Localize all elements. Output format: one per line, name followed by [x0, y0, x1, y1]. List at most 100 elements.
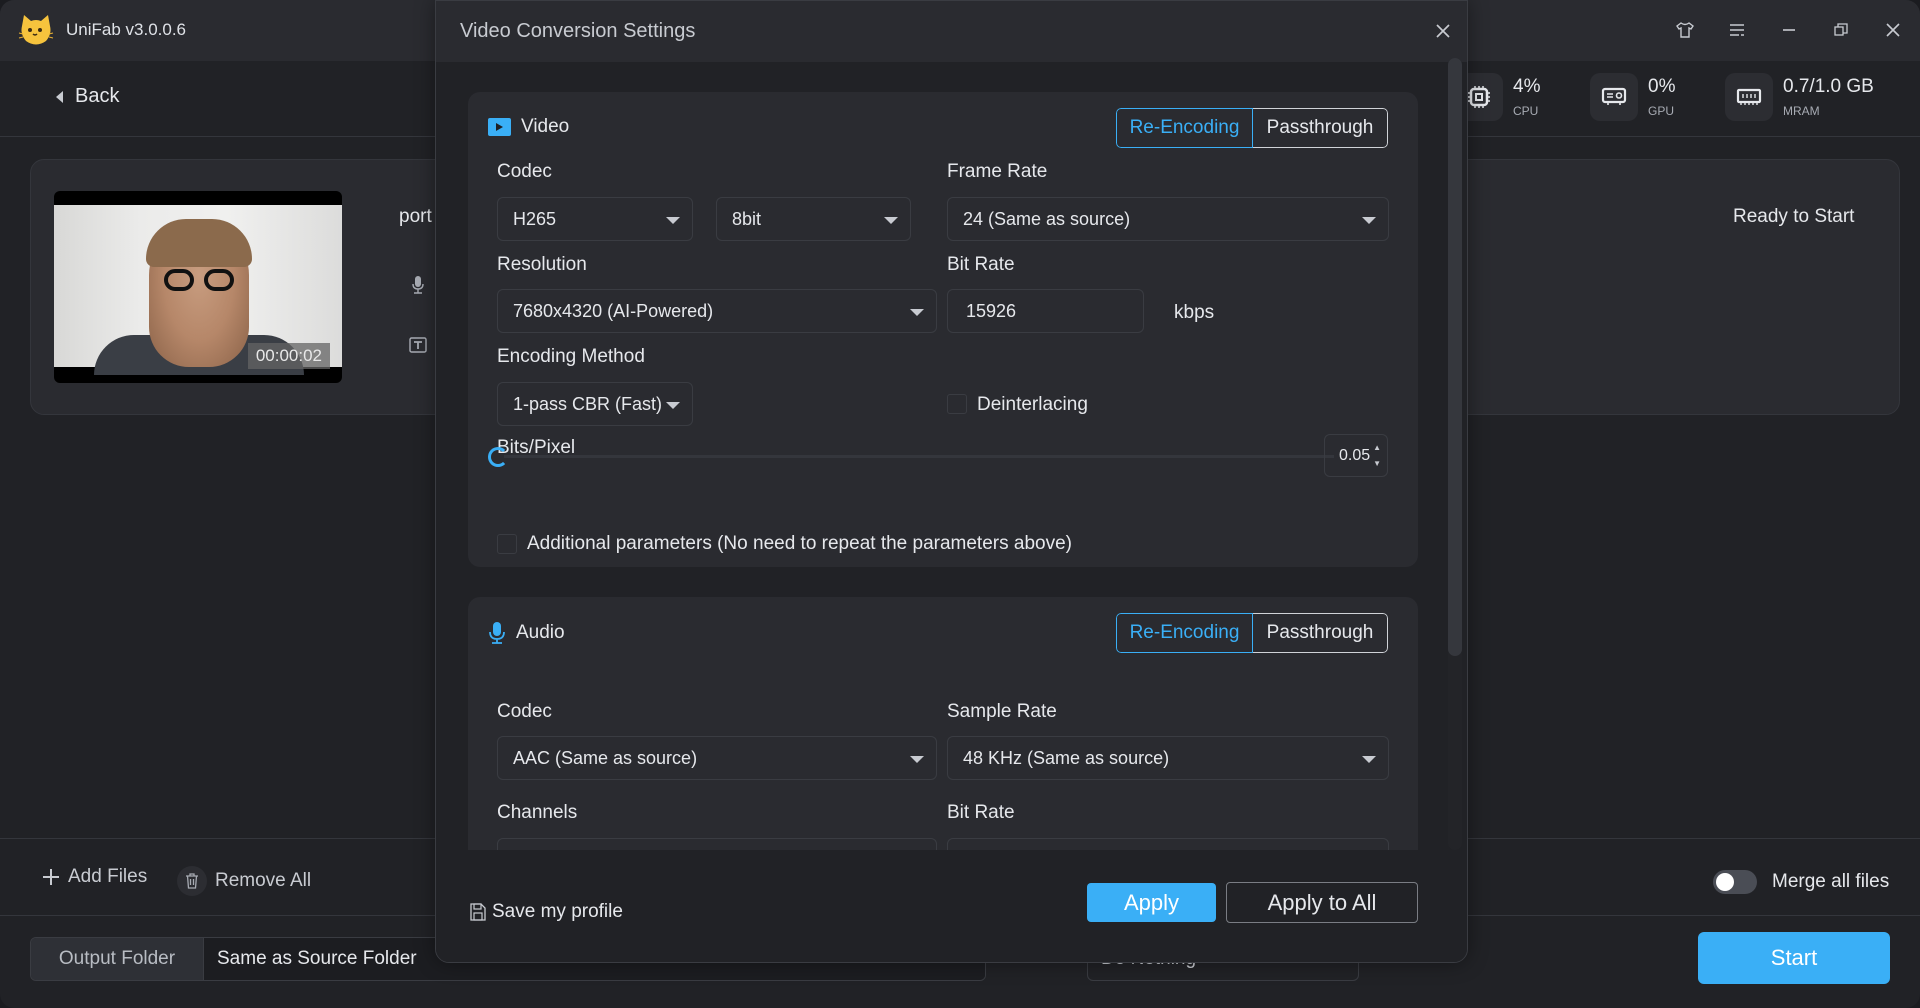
microphone-icon — [489, 622, 505, 644]
microphone-icon[interactable] — [411, 275, 425, 300]
audio-codec-select[interactable]: AAC (Same as source) — [497, 736, 937, 780]
dialog-body: Video Re-Encoding Passthrough Codec H265… — [436, 62, 1467, 850]
memory-label: MRAM — [1783, 104, 1820, 118]
close-window-button[interactable] — [1881, 18, 1905, 42]
spin-down-icon[interactable]: ▼ — [1373, 459, 1381, 468]
dialog-scrollbar-thumb[interactable] — [1448, 58, 1462, 656]
save-icon — [470, 903, 486, 921]
apply-button[interactable]: Apply — [1087, 883, 1216, 922]
menu-icon — [1730, 24, 1744, 36]
add-files-button[interactable]: Add Files — [42, 866, 147, 888]
dialog-header: Video Conversion Settings — [436, 1, 1467, 62]
chevron-down-icon — [910, 756, 924, 763]
memory-value: 0.7/1.0 GB — [1783, 76, 1874, 97]
framerate-label: Frame Rate — [947, 161, 1048, 182]
app-title: UniFab v3.0.0.6 — [66, 20, 187, 39]
deinterlacing-label: Deinterlacing — [977, 394, 1088, 415]
menu-button[interactable] — [1725, 18, 1749, 42]
apply-to-all-button[interactable]: Apply to All — [1226, 882, 1418, 923]
memory-stat: 0.7/1.0 GB MRAM — [1725, 73, 1874, 121]
video-codec-label: Codec — [497, 161, 552, 182]
video-section: Video Re-Encoding Passthrough Codec H265… — [468, 92, 1418, 567]
save-profile-button[interactable]: Save my profile — [470, 901, 623, 923]
audio-mode-switch: Re-Encoding Passthrough — [1116, 613, 1388, 653]
video-duration: 00:00:02 — [247, 343, 330, 369]
video-passthrough-tab[interactable]: Passthrough — [1253, 108, 1388, 148]
restore-icon — [1834, 23, 1848, 36]
memory-icon — [1725, 73, 1773, 121]
dialog-scrollbar[interactable] — [1448, 58, 1462, 850]
framerate-select[interactable]: 24 (Same as source) — [947, 197, 1389, 241]
back-label: Back — [75, 85, 120, 107]
back-button[interactable]: Back — [56, 85, 119, 108]
bitrate-unit: kbps — [1174, 302, 1215, 323]
audio-reencoding-tab[interactable]: Re-Encoding — [1116, 613, 1253, 653]
close-icon — [1886, 23, 1900, 37]
video-reencoding-tab[interactable]: Re-Encoding — [1116, 108, 1253, 148]
video-bitrate-label: Bit Rate — [947, 254, 1015, 275]
encoding-method-select[interactable]: 1-pass CBR (Fast) — [497, 382, 693, 426]
plus-icon — [43, 869, 59, 885]
video-thumbnail[interactable]: 00:00:02 — [54, 191, 342, 383]
chevron-down-icon — [910, 309, 924, 316]
minimize-button[interactable] — [1777, 18, 1801, 42]
bits-per-pixel-spinbox[interactable]: 0.05 ▲ ▼ — [1324, 434, 1388, 477]
video-play-icon — [488, 118, 511, 136]
file-status: Ready to Start — [1733, 206, 1855, 227]
dialog-title: Video Conversion Settings — [460, 20, 696, 42]
bits-per-pixel-slider-track[interactable] — [504, 455, 1334, 458]
deinterlacing-checkbox[interactable] — [947, 394, 967, 414]
sample-rate-select[interactable]: 48 KHz (Same as source) — [947, 736, 1389, 780]
gpu-value: 0% — [1648, 76, 1676, 97]
skin-button[interactable] — [1673, 18, 1697, 42]
resolution-select[interactable]: 7680x4320 (AI-Powered) — [497, 289, 937, 333]
dialog-close-button[interactable] — [1432, 21, 1454, 43]
merge-toggle[interactable] — [1713, 870, 1757, 894]
channels-select[interactable] — [497, 838, 937, 850]
cpu-label: CPU — [1513, 104, 1539, 118]
spin-up-icon[interactable]: ▲ — [1373, 443, 1381, 452]
unifab-logo-icon — [18, 15, 54, 45]
audio-codec-label: Codec — [497, 701, 552, 722]
audio-passthrough-tab[interactable]: Passthrough — [1253, 613, 1388, 653]
audio-section: Audio Re-Encoding Passthrough Codec AAC … — [468, 597, 1418, 850]
file-name: port — [399, 206, 432, 227]
start-button[interactable]: Start — [1698, 932, 1890, 984]
additional-params-checkbox[interactable] — [497, 534, 517, 554]
restore-button[interactable] — [1829, 18, 1853, 42]
audio-bitrate-select[interactable] — [947, 838, 1389, 850]
video-codec-select[interactable]: H265 — [497, 197, 693, 241]
add-files-label: Add Files — [68, 866, 148, 887]
chevron-down-icon — [666, 217, 680, 224]
remove-all-label: Remove All — [215, 870, 312, 891]
subtitle-icon[interactable] — [409, 337, 427, 358]
merge-label: Merge all files — [1772, 871, 1890, 892]
video-conversion-settings-dialog: Video Conversion Settings Video Re-Encod… — [435, 0, 1468, 963]
shirt-icon — [1676, 22, 1694, 38]
sample-rate-label: Sample Rate — [947, 701, 1057, 722]
audio-bitrate-label: Bit Rate — [947, 802, 1015, 823]
chevron-down-icon — [666, 402, 680, 409]
close-icon — [1436, 24, 1450, 38]
output-folder-label: Output Folder — [31, 938, 204, 980]
resolution-label: Resolution — [497, 254, 587, 275]
channels-label: Channels — [497, 802, 578, 823]
app-window: UniFab v3.0.0.6 Back 4% CPU 0% GPU 0.7/1… — [0, 0, 1920, 1008]
dialog-footer: Save my profile Apply Apply to All — [436, 850, 1467, 962]
encoding-method-label: Encoding Method — [497, 346, 645, 367]
remove-all-button[interactable]: Remove All — [177, 866, 311, 896]
bitdepth-select[interactable]: 8bit — [716, 197, 911, 241]
cpu-value: 4% — [1513, 76, 1541, 97]
chevron-down-icon — [1362, 756, 1376, 763]
gpu-label: GPU — [1648, 104, 1675, 118]
merge-files[interactable]: Merge all files — [1713, 870, 1889, 894]
chevron-down-icon — [884, 217, 898, 224]
video-mode-switch: Re-Encoding Passthrough — [1116, 108, 1388, 148]
video-bitrate-input[interactable]: 15926 — [947, 289, 1144, 333]
additional-params-label: Additional parameters (No need to repeat… — [527, 533, 1072, 554]
trash-icon — [177, 866, 207, 896]
bits-per-pixel-slider-handle[interactable] — [488, 447, 508, 467]
minimize-icon — [1783, 29, 1795, 31]
gpu-stat: 0% GPU — [1590, 73, 1675, 121]
audio-section-title: Audio — [488, 621, 565, 645]
